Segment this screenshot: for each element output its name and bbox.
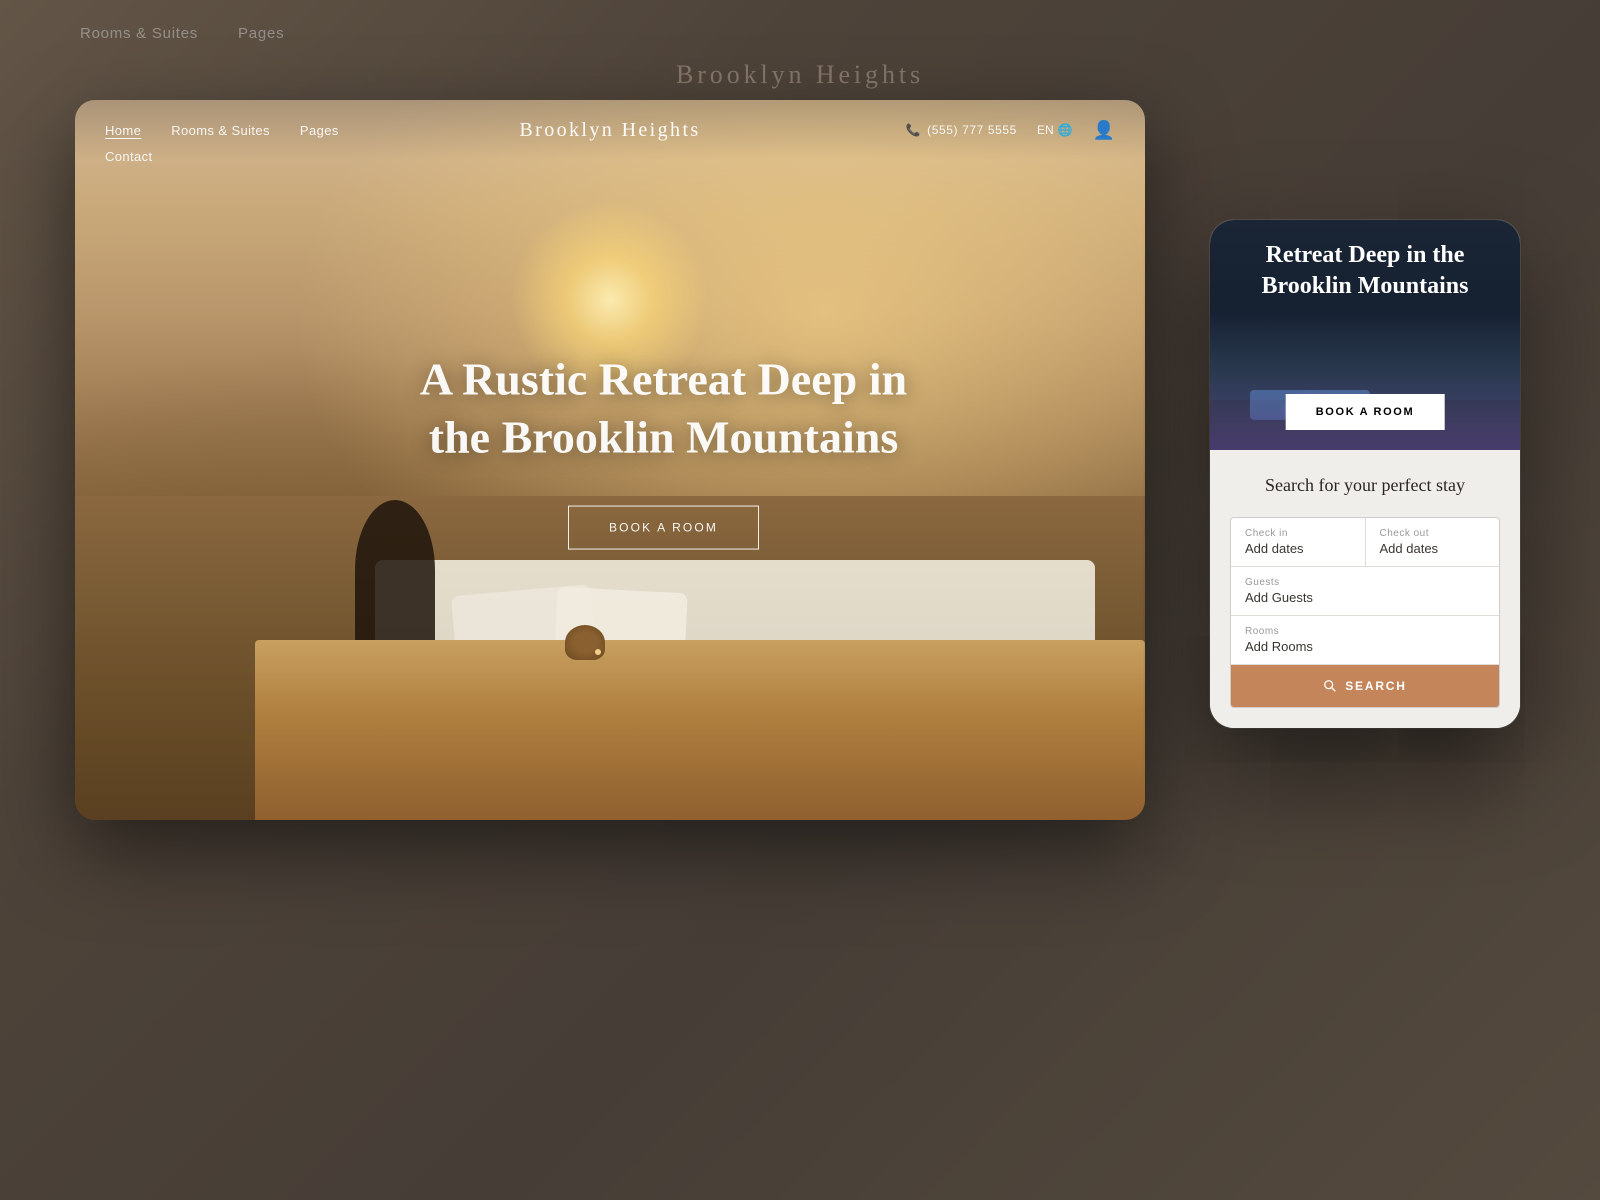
dates-row: Check in Add dates Check out Add dates: [1231, 518, 1499, 567]
checkin-label: Check in: [1245, 528, 1351, 539]
checkin-value: Add dates: [1245, 541, 1351, 556]
phone-icon: 📞: [906, 123, 922, 137]
nav-rooms-suites[interactable]: Rooms & Suites: [171, 123, 270, 138]
mobile-card: Retreat Deep in the Brooklin Mountains B…: [1210, 220, 1520, 728]
bg-nav-pages: Pages: [238, 25, 284, 42]
nav-pages[interactable]: Pages: [300, 123, 339, 138]
desktop-nav: Home Rooms & Suites Pages Brooklyn Heigh…: [75, 100, 1145, 160]
guests-value: Add Guests: [1245, 590, 1485, 605]
rooms-value: Add Rooms: [1245, 639, 1485, 654]
checkout-label: Check out: [1380, 528, 1486, 539]
search-form: Check in Add dates Check out Add dates G…: [1230, 517, 1500, 708]
search-icon: [1323, 679, 1337, 693]
rooms-field[interactable]: Rooms Add Rooms: [1231, 616, 1499, 665]
mobile-hero-title: Retreat Deep in the Brooklin Mountains: [1210, 240, 1520, 302]
nav-brand: Brooklyn Heights: [519, 119, 700, 142]
nav-links-row: Home Rooms & Suites Pages: [105, 123, 339, 138]
hero-deck: [255, 640, 1145, 820]
mobile-hero: Retreat Deep in the Brooklin Mountains B…: [1210, 220, 1520, 450]
search-label: SEARCH: [1345, 679, 1406, 693]
lang-label: EN: [1037, 123, 1054, 137]
hero-sparkle: [595, 649, 601, 655]
mobile-book-button[interactable]: BOOK A ROOM: [1286, 394, 1445, 430]
search-button[interactable]: SEARCH: [1231, 665, 1499, 707]
desktop-card: Home Rooms & Suites Pages Brooklyn Heigh…: [75, 100, 1145, 820]
hero-headline: A Rustic Retreat Deep in the Brooklin Mo…: [396, 351, 931, 466]
phone-number: (555) 777 5555: [927, 123, 1017, 137]
hero-book-button[interactable]: BOOK A ROOM: [568, 506, 759, 550]
checkout-field[interactable]: Check out Add dates: [1366, 518, 1500, 566]
guests-field[interactable]: Guests Add Guests: [1231, 567, 1499, 616]
checkout-value: Add dates: [1380, 541, 1486, 556]
nav-phone[interactable]: 📞 (555) 777 5555: [906, 123, 1017, 137]
nav-home[interactable]: Home: [105, 123, 141, 138]
checkin-field[interactable]: Check in Add dates: [1231, 518, 1366, 566]
nav-user-icon[interactable]: 👤: [1093, 120, 1115, 141]
background-title: Brooklyn Heights: [676, 60, 924, 90]
nav-language[interactable]: EN 🌐: [1037, 123, 1073, 137]
globe-icon: 🌐: [1058, 123, 1073, 137]
hero-text-block: A Rustic Retreat Deep in the Brooklin Mo…: [396, 351, 931, 550]
bg-nav-rooms: Rooms & Suites: [80, 25, 198, 42]
mobile-search-title: Search for your perfect stay: [1230, 474, 1500, 497]
background-nav: Rooms & Suites Pages: [80, 25, 284, 42]
nav-right: 📞 (555) 777 5555 EN 🌐 👤: [906, 120, 1115, 141]
mobile-search-section: Search for your perfect stay Check in Ad…: [1210, 450, 1520, 728]
guests-label: Guests: [1245, 577, 1485, 588]
rooms-label: Rooms: [1245, 626, 1485, 637]
